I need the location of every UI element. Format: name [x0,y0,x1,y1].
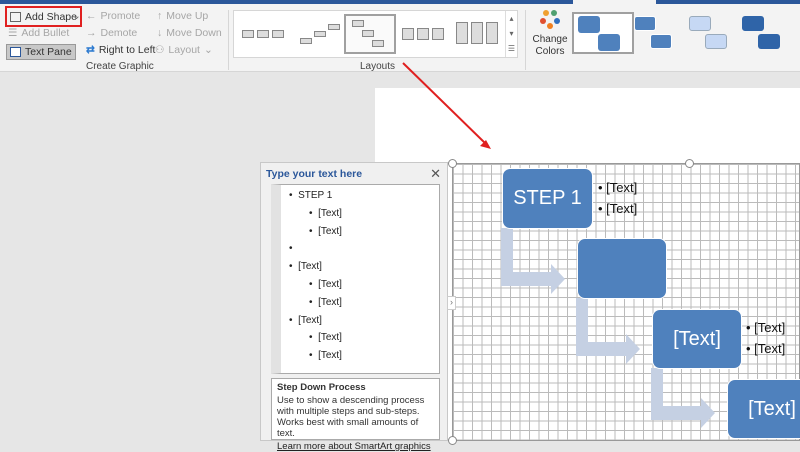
add-bullet-button[interactable]: ☰ Add Bullet [8,27,69,39]
add-shape-dropdown[interactable]: ⌄ [72,10,81,22]
sub-bullet[interactable]: • [Text] [598,201,637,216]
smartart-canvas[interactable]: STEP 1 • [Text] • [Text] [Text] • [Text]… [448,159,800,445]
learn-more-link[interactable]: Learn more about SmartArt graphics [277,441,434,452]
style-option[interactable] [738,12,800,54]
arrow-right-icon: → [86,27,97,39]
arrow-left-icon: ← [86,10,97,22]
layout-option[interactable] [238,14,290,54]
swap-arrows-icon: ⇄ [86,44,95,56]
layout-option[interactable] [400,14,452,54]
group-label-create-graphic: Create Graphic [86,61,154,72]
text-pane-list[interactable]: • STEP 1 • [Text] • [Text] • • [Text] • [Tex… [271,184,440,374]
move-up-button[interactable]: ↑ Move Up [157,10,208,22]
divider [228,10,229,70]
text-pane-item[interactable]: • [Text] [309,208,342,219]
step-box-2[interactable] [577,238,667,299]
text-pane-item[interactable]: • [Text] [309,279,342,290]
arrow-down-icon: ↓ [157,27,163,39]
layout-button[interactable]: ⚇ Layout ⌄ [155,44,213,56]
close-icon[interactable]: ✕ [430,166,441,182]
sub-bullet[interactable]: • [Text] [746,320,785,335]
text-pane-item[interactable]: • [Text] [289,315,322,326]
text-pane-icon [10,47,21,57]
palette-icon [540,10,560,29]
layout-description-text: Use to show a descending process with mu… [277,395,425,439]
group-label-layouts: Layouts [360,61,396,72]
step-box-4[interactable]: [Text] [727,379,800,439]
text-pane-item[interactable]: • [Text] [309,332,342,343]
layout-option[interactable] [454,14,506,54]
gallery-scroll[interactable]: ▴ ▾ ☰ [505,11,517,57]
text-pane-item[interactable]: • [Text] [289,261,322,272]
text-pane-item[interactable]: • [Text] [309,350,342,361]
arrow-up-icon: ↑ [157,10,163,22]
text-pane-item[interactable]: • [Text] [309,297,342,308]
layouts-gallery: ▴ ▾ ☰ [233,10,518,58]
right-to-left-button[interactable]: ⇄ Right to Left [86,44,155,56]
step-box-3[interactable]: [Text] [652,309,742,369]
change-colors-button[interactable]: Change Colors [530,8,570,60]
layout-option[interactable] [294,14,346,54]
text-pane-item[interactable]: • [Text] [309,226,342,237]
org-chart-icon: ⚇ [155,44,165,56]
sub-bullet[interactable]: • [Text] [746,341,785,356]
layout-description: Step Down Process Use to show a descendi… [271,378,440,452]
text-pane-button[interactable]: Text Pane [6,44,76,60]
style-option[interactable] [630,12,692,54]
style-option-selected[interactable] [572,12,634,54]
step-box-1[interactable]: STEP 1 [502,168,593,229]
layout-option-step-down-selected[interactable] [344,14,396,54]
layout-name: Step Down Process [277,382,366,393]
sub-bullet[interactable]: • [Text] [598,180,637,195]
text-pane-item[interactable]: • [289,243,298,254]
add-shape-icon [10,11,21,22]
bullet-list-icon: ☰ [8,27,18,39]
collapse-pane-chevron-icon[interactable]: › [447,296,456,310]
ribbon: Add Shape ⌄ ☰ Add Bullet Text Pane ← Promo… [0,4,800,72]
text-pane: Type your text here ✕ • STEP 1 • [Text] • … [260,162,456,452]
demote-button[interactable]: → Demote [86,27,137,39]
text-pane-title: Type your text here [266,168,363,180]
divider [525,10,526,70]
move-down-button[interactable]: ↓ Move Down [157,27,222,39]
promote-button[interactable]: ← Promote [86,10,140,22]
add-shape-button[interactable]: Add Shape [5,6,82,27]
text-pane-item[interactable]: • STEP 1 [289,190,332,201]
